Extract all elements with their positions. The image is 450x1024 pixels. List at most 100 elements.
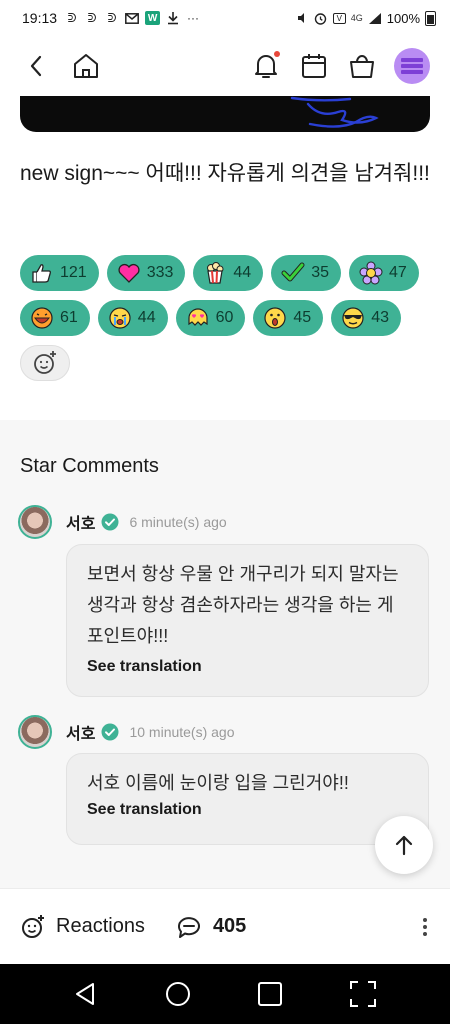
- surprised-face-icon: [263, 306, 287, 330]
- mail-icon: [125, 11, 139, 25]
- battery-percent: 100%: [386, 10, 420, 26]
- avatar[interactable]: [18, 505, 52, 539]
- comment-bubble: 보면서 항상 우물 안 개구리가 되지 말자는 생각과 항상 겸손하자라는 생각…: [66, 544, 429, 697]
- comment-header: 서호 10 minute(s) ago: [18, 715, 235, 749]
- heart-icon: [117, 261, 141, 285]
- avatar[interactable]: [18, 715, 52, 749]
- crying-face-icon: [108, 306, 132, 330]
- notification-dot: [274, 51, 280, 57]
- more-icon: ···: [187, 11, 200, 25]
- popcorn-icon: [203, 261, 227, 285]
- battery-icon: [425, 10, 436, 26]
- back-triangle-icon[interactable]: [73, 981, 99, 1007]
- reaction-surprised[interactable]: 45: [253, 300, 324, 336]
- calendar-icon: [302, 54, 326, 78]
- reaction-count: 44: [137, 309, 156, 326]
- comment-bubble: 서호 이름에 눈이랑 입을 그린거야!! See translation: [66, 753, 429, 845]
- shop-button[interactable]: [346, 50, 378, 82]
- comment-text: 서호 이름에 눈이랑 입을 그린거야!!: [87, 773, 349, 793]
- download-icon: [166, 11, 180, 25]
- reaction-popcorn[interactable]: 44: [193, 255, 264, 291]
- reaction-count: 121: [60, 264, 87, 281]
- shopping-bag-icon: [350, 55, 374, 78]
- network-type: 4G: [350, 13, 363, 23]
- arrow-up-icon: [395, 835, 413, 856]
- add-reaction-button[interactable]: [20, 345, 70, 381]
- reaction-crying[interactable]: 44: [97, 300, 168, 336]
- reaction-count: 47: [389, 264, 407, 281]
- calendar-button[interactable]: [298, 50, 330, 82]
- comment-author[interactable]: 서호: [66, 510, 95, 534]
- reaction-chips: 121 333 44 35 47 61 44 60 45 43: [20, 255, 440, 381]
- reaction-count: 333: [146, 264, 174, 281]
- dot: [423, 931, 427, 936]
- comment-icon: [177, 916, 200, 938]
- top-nav: [0, 36, 450, 96]
- thumbs-up-icon: [30, 261, 54, 285]
- b-icon: ᕲ: [67, 10, 77, 25]
- laughing-face-icon: [30, 306, 54, 330]
- comment-time: 10 minute(s) ago: [129, 724, 235, 740]
- reaction-laughing[interactable]: 61: [20, 300, 90, 336]
- w-icon: W: [145, 11, 161, 25]
- home-circle-icon[interactable]: [165, 981, 191, 1007]
- reaction-heart[interactable]: 333: [106, 255, 186, 291]
- status-bar: 19:13 ᕲ ᕲ ᕲ W ··· V 4G 100%: [0, 0, 450, 36]
- comment-author[interactable]: 서호: [66, 720, 95, 744]
- reaction-count: 44: [233, 264, 252, 281]
- add-emoji-icon: [34, 351, 56, 374]
- signal-icon: [368, 11, 382, 25]
- see-translation-link[interactable]: See translation: [87, 801, 408, 819]
- reaction-check[interactable]: 35: [271, 255, 341, 291]
- comment-count: 405: [212, 915, 247, 937]
- b-icon: ᕲ: [107, 10, 117, 25]
- more-options-button[interactable]: [420, 917, 430, 936]
- check-icon: [281, 261, 305, 285]
- dot: [423, 924, 427, 929]
- reaction-count: 60: [215, 309, 234, 326]
- comments-button[interactable]: 405: [175, 914, 246, 940]
- reactions-label: Reactions: [56, 915, 145, 937]
- home-button[interactable]: [70, 50, 102, 82]
- reaction-count: 45: [293, 309, 312, 326]
- screenshot-frame-icon[interactable]: [349, 980, 377, 1008]
- signature-scribble: [290, 96, 379, 128]
- reaction-flower[interactable]: 47: [349, 255, 419, 291]
- b-icon: ᕲ: [87, 10, 97, 25]
- mute-icon: [295, 11, 309, 25]
- add-emoji-icon: [22, 914, 44, 938]
- reaction-count: 61: [60, 309, 78, 326]
- post-text: new sign~~~ 어때!!! 자유롭게 의견을 남겨줘!!!: [20, 162, 430, 185]
- comment-header: 서호 6 minute(s) ago: [18, 505, 227, 539]
- recents-square-icon[interactable]: [257, 981, 283, 1007]
- reaction-count: 43: [371, 309, 389, 326]
- bottom-action-bar: Reactions 405: [0, 888, 450, 964]
- home-icon: [74, 54, 98, 78]
- back-button[interactable]: [20, 50, 52, 82]
- reaction-heart-eyes[interactable]: 60: [175, 300, 246, 336]
- section-title: Star Comments: [20, 455, 159, 477]
- status-time: 19:13: [22, 10, 58, 26]
- flower-icon: [359, 261, 383, 285]
- verified-badge-icon: [101, 513, 119, 531]
- notifications-button[interactable]: [250, 50, 282, 82]
- menu-button[interactable]: [394, 48, 430, 84]
- signature-image: [20, 96, 430, 132]
- dot: [423, 917, 427, 922]
- reaction-count: 35: [311, 264, 329, 281]
- menu-icon: [401, 58, 423, 74]
- comment-text: 보면서 항상 우물 안 개구리가 되지 말자는 생각과 항상 겸손하자라는 생각…: [87, 564, 399, 646]
- sunglasses-face-icon: [341, 306, 365, 330]
- reactions-button[interactable]: Reactions: [20, 914, 145, 940]
- see-translation-link[interactable]: See translation: [87, 658, 408, 676]
- reaction-thumbs-up[interactable]: 121: [20, 255, 99, 291]
- verified-badge-icon: [101, 723, 119, 741]
- reaction-sunglasses[interactable]: 43: [331, 300, 401, 336]
- android-nav-bar: [0, 964, 450, 1024]
- volte-icon: V: [332, 12, 346, 24]
- chevron-left-icon: [30, 55, 42, 77]
- scroll-top-button[interactable]: [375, 816, 433, 874]
- alarm-icon: [314, 11, 328, 25]
- comment-time: 6 minute(s) ago: [129, 514, 227, 530]
- heart-eyes-icon: [186, 306, 210, 330]
